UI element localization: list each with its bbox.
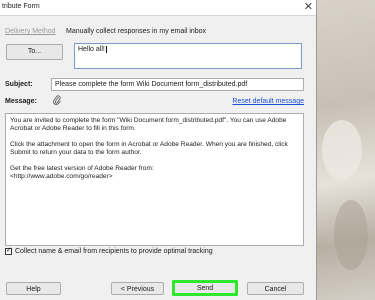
cancel-button[interactable]: Cancel [247, 282, 304, 295]
message-textarea[interactable]: You are invited to complete the form "Wi… [5, 113, 304, 246]
text-cursor [105, 46, 107, 53]
delivery-method-tab[interactable]: Delivery Method [5, 28, 56, 35]
send-button[interactable]: Send [172, 280, 238, 296]
subject-field[interactable]: Please complete the form Wiki Document f… [51, 78, 304, 91]
desktop-background [316, 0, 375, 300]
collect-tracking-label: Collect name & email from recipients to … [15, 248, 213, 255]
to-button[interactable]: To... [6, 44, 63, 60]
window-title: tribute Form [2, 3, 40, 10]
title-bar: tribute Form ✕ [0, 0, 316, 16]
message-paragraph: Click the attachment to open the form in… [10, 141, 288, 156]
to-field-value: Hello all! [78, 46, 105, 53]
to-field[interactable]: Hello all! [74, 43, 302, 69]
delivery-description: Manually collect responses in my email i… [66, 28, 207, 35]
message-paragraph: Get the free latest version of Adobe Rea… [10, 165, 154, 180]
collect-tracking-row: Collect name & email from recipients to … [5, 246, 213, 255]
paperclip-icon[interactable] [52, 95, 62, 106]
message-paragraph: You are invited to complete the form "Wi… [10, 117, 287, 132]
background-shape [322, 120, 362, 180]
collect-tracking-checkbox[interactable] [5, 246, 12, 255]
reset-default-message-link[interactable]: Reset default message [232, 98, 304, 105]
distribute-form-dialog: tribute Form ✕ Delivery Method Manually … [0, 0, 317, 300]
message-label: Message: [5, 98, 37, 105]
subject-label: Subject: [5, 81, 33, 88]
help-button[interactable]: Help [6, 282, 61, 295]
close-icon[interactable]: ✕ [304, 1, 313, 13]
background-shape [334, 200, 368, 270]
previous-button[interactable]: < Previous [111, 282, 164, 295]
